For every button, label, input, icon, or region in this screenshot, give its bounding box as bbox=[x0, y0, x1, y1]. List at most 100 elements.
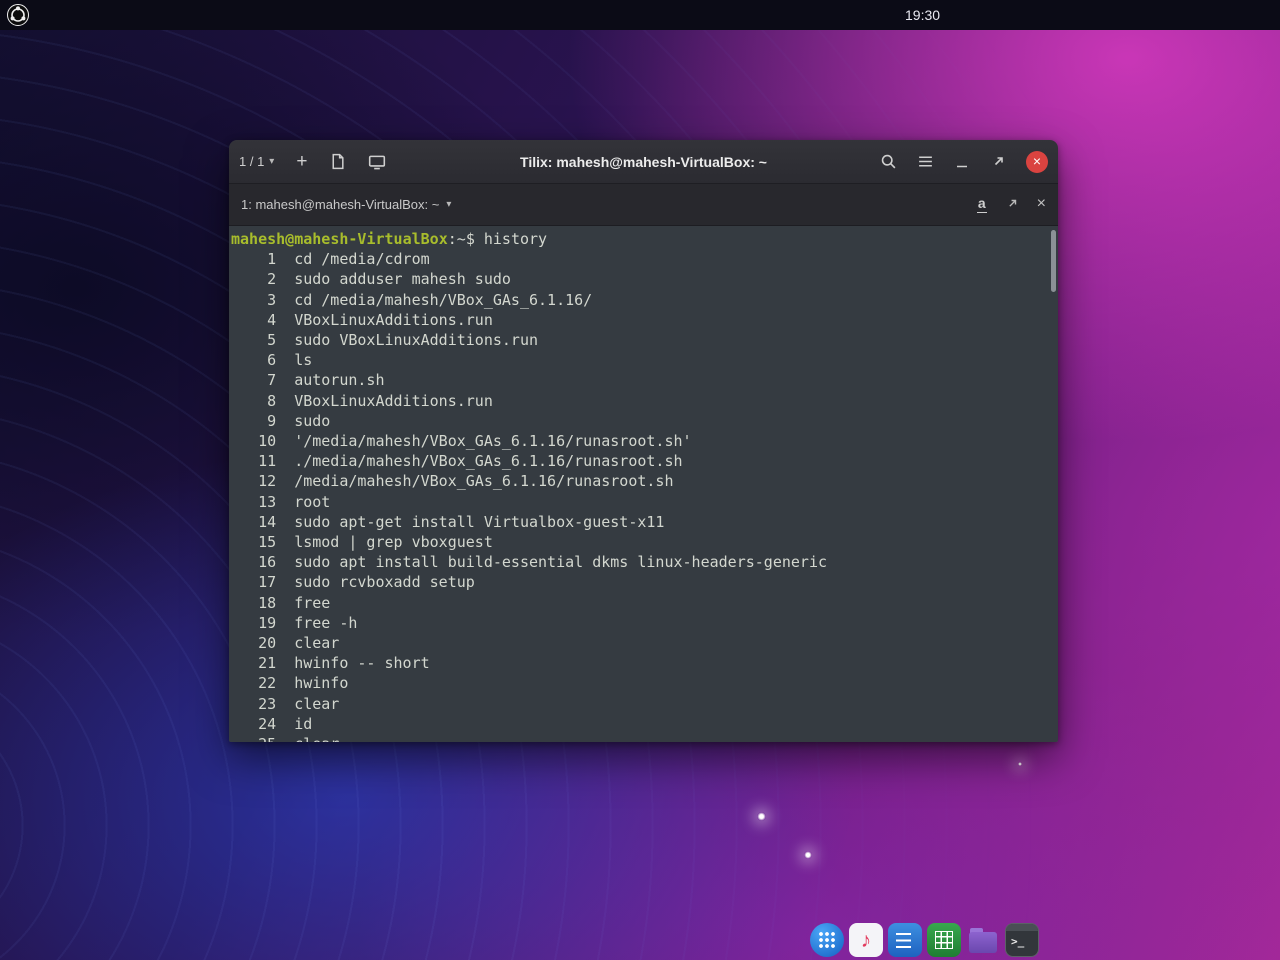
star-sparkle bbox=[757, 812, 766, 821]
history-command: lsmod | grep vboxguest bbox=[276, 533, 493, 551]
folder-body-glyph bbox=[969, 932, 997, 953]
history-row: 4VBoxLinuxAdditions.run bbox=[231, 310, 1048, 330]
new-session-button[interactable]: + bbox=[296, 152, 307, 171]
history-number: 7 bbox=[231, 370, 276, 390]
history-command: clear bbox=[276, 695, 339, 713]
history-number: 20 bbox=[231, 633, 276, 653]
terminal-window: 1 / 1 ▾ + bbox=[229, 140, 1058, 742]
history-number: 25 bbox=[231, 734, 276, 742]
history-row: 3cd /media/mahesh/VBox_GAs_6.1.16/ bbox=[231, 290, 1048, 310]
history-command: free -h bbox=[276, 614, 357, 632]
underlined-a-icon[interactable]: a bbox=[977, 196, 987, 212]
history-command: sudo rcvboxadd setup bbox=[276, 573, 475, 591]
main-menu-button[interactable] bbox=[917, 153, 934, 170]
prompt-separator: : bbox=[448, 230, 457, 248]
music-app-icon[interactable]: ♪ bbox=[849, 923, 883, 957]
star-sparkle bbox=[1018, 762, 1022, 766]
history-row: 22hwinfo bbox=[231, 673, 1048, 693]
prompt-line: mahesh@mahesh-VirtualBox:~$ history bbox=[231, 229, 1048, 249]
history-list: 1cd /media/cdrom 2sudo adduser mahesh su… bbox=[231, 249, 1048, 742]
diagonal-arrow-icon bbox=[990, 154, 1006, 170]
minimize-icon bbox=[954, 154, 970, 170]
history-command: VBoxLinuxAdditions.run bbox=[276, 392, 493, 410]
session-tab[interactable]: 1: mahesh@mahesh-VirtualBox: ~ ▾ bbox=[241, 197, 451, 212]
history-command: VBoxLinuxAdditions.run bbox=[276, 311, 493, 329]
close-icon: × bbox=[1037, 195, 1046, 212]
history-command: clear bbox=[276, 735, 339, 742]
chevron-down-icon: ▾ bbox=[446, 199, 451, 210]
session-tab-label: 1: mahesh@mahesh-VirtualBox: ~ bbox=[241, 197, 439, 212]
history-number: 1 bbox=[231, 249, 276, 269]
history-number: 4 bbox=[231, 310, 276, 330]
close-terminal-button[interactable]: × bbox=[1037, 196, 1046, 212]
history-command: '/media/mahesh/VBox_GAs_6.1.16/runasroot… bbox=[276, 432, 691, 450]
prompt-path: ~ bbox=[457, 230, 466, 248]
prompt-user: mahesh@mahesh-VirtualBox bbox=[231, 230, 448, 248]
history-number: 6 bbox=[231, 350, 276, 370]
close-button[interactable]: × bbox=[1026, 151, 1048, 173]
history-number: 5 bbox=[231, 330, 276, 350]
maximize-button[interactable] bbox=[990, 154, 1006, 170]
app-grid-icon[interactable] bbox=[810, 923, 844, 957]
history-command: sudo VBoxLinuxAdditions.run bbox=[276, 331, 538, 349]
history-command: ls bbox=[276, 351, 312, 369]
headerbar-left-group: 1 / 1 ▾ + bbox=[239, 152, 386, 171]
file-manager-app-icon[interactable] bbox=[966, 923, 1000, 957]
prompt-symbol: $ bbox=[466, 230, 484, 248]
history-command: id bbox=[276, 715, 312, 733]
app-grid-dots bbox=[818, 931, 836, 949]
history-row: 17sudo rcvboxadd setup bbox=[231, 572, 1048, 592]
headerbar-right-group: × bbox=[880, 151, 1048, 173]
terminal-scrollbar[interactable] bbox=[1048, 226, 1058, 742]
history-row: 1cd /media/cdrom bbox=[231, 249, 1048, 269]
history-row: 11./media/mahesh/VBox_GAs_6.1.16/runasro… bbox=[231, 451, 1048, 471]
hamburger-menu-icon bbox=[917, 153, 934, 170]
minimize-button[interactable] bbox=[954, 154, 970, 170]
history-row: 19free -h bbox=[231, 613, 1048, 633]
session-pager-button[interactable]: 1 / 1 ▾ bbox=[239, 154, 274, 169]
new-window-button[interactable] bbox=[368, 153, 386, 171]
terminal-output[interactable]: mahesh@mahesh-VirtualBox:~$ history 1cd … bbox=[229, 226, 1058, 742]
monitor-icon bbox=[368, 153, 386, 171]
history-number: 8 bbox=[231, 391, 276, 411]
history-number: 2 bbox=[231, 269, 276, 289]
history-number: 18 bbox=[231, 593, 276, 613]
history-command: sudo apt-get install Virtualbox-guest-x1… bbox=[276, 513, 664, 531]
history-number: 16 bbox=[231, 552, 276, 572]
search-icon bbox=[880, 153, 897, 170]
scrollbar-thumb[interactable] bbox=[1051, 230, 1056, 292]
history-row: 8VBoxLinuxAdditions.run bbox=[231, 391, 1048, 411]
history-number: 22 bbox=[231, 673, 276, 693]
search-button[interactable] bbox=[880, 153, 897, 170]
star-sparkle bbox=[804, 851, 812, 859]
history-command: /media/mahesh/VBox_GAs_6.1.16/runasroot.… bbox=[276, 472, 673, 490]
app-menu-button[interactable] bbox=[6, 2, 32, 28]
page-icon bbox=[329, 153, 346, 170]
history-row: 13root bbox=[231, 492, 1048, 512]
history-row: 5sudo VBoxLinuxAdditions.run bbox=[231, 330, 1048, 350]
terminal-app-icon[interactable]: >_ bbox=[1005, 923, 1039, 957]
history-command: sudo bbox=[276, 412, 330, 430]
history-command: free bbox=[276, 594, 330, 612]
history-number: 11 bbox=[231, 451, 276, 471]
chevron-down-icon: ▾ bbox=[269, 156, 274, 167]
top-panel: 19:30 bbox=[0, 0, 1280, 30]
text-editor-app-icon[interactable] bbox=[888, 923, 922, 957]
history-command: sudo apt install build-essential dkms li… bbox=[276, 553, 827, 571]
distro-logo-icon bbox=[6, 3, 30, 27]
history-row: 2sudo adduser mahesh sudo bbox=[231, 269, 1048, 289]
dock: ♪ >_ bbox=[810, 923, 1039, 957]
history-command: hwinfo -- short bbox=[276, 654, 430, 672]
open-session-button[interactable] bbox=[329, 153, 346, 170]
history-number: 13 bbox=[231, 492, 276, 512]
history-row: 12/media/mahesh/VBox_GAs_6.1.16/runasroo… bbox=[231, 471, 1048, 491]
history-command: autorun.sh bbox=[276, 371, 384, 389]
history-number: 23 bbox=[231, 694, 276, 714]
history-number: 17 bbox=[231, 572, 276, 592]
music-note-icon: ♪ bbox=[861, 930, 872, 951]
maximize-terminal-button[interactable] bbox=[1005, 197, 1019, 211]
history-row: 10'/media/mahesh/VBox_GAs_6.1.16/runasro… bbox=[231, 431, 1048, 451]
window-headerbar: 1 / 1 ▾ + bbox=[229, 140, 1058, 184]
spreadsheet-app-icon[interactable] bbox=[927, 923, 961, 957]
history-number: 14 bbox=[231, 512, 276, 532]
